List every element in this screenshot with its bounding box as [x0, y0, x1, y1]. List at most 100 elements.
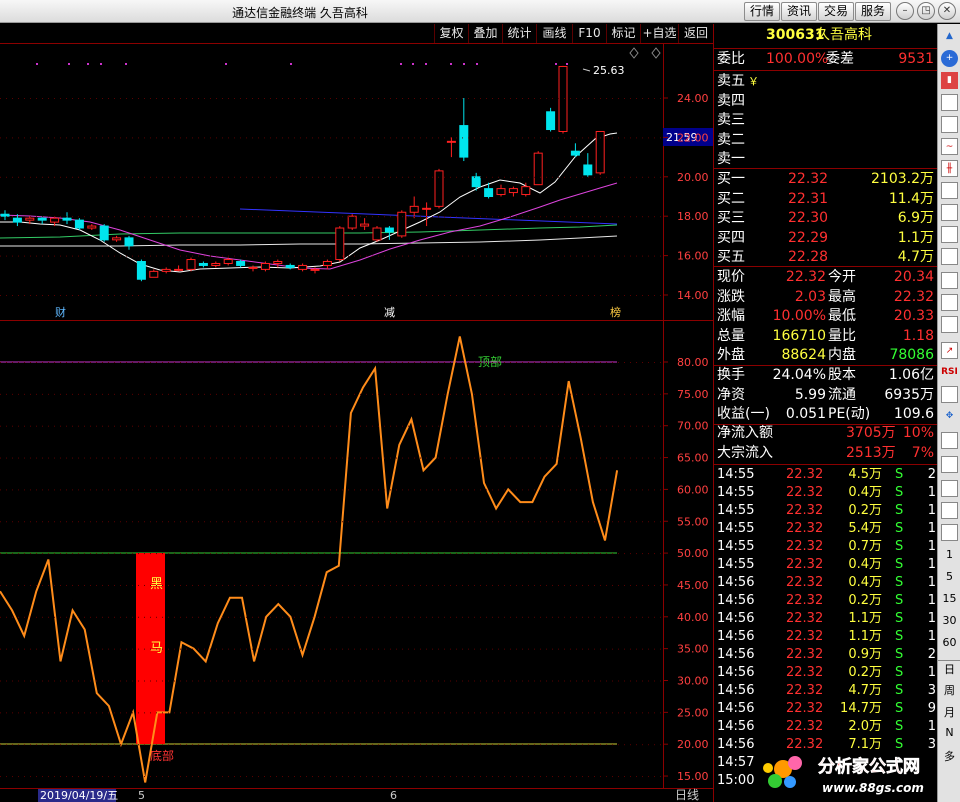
grid-icon[interactable]: ▦: [941, 116, 958, 133]
diamond-icon: [629, 47, 639, 59]
period-month[interactable]: 月: [938, 704, 960, 720]
mark-button[interactable]: 标记: [606, 24, 640, 43]
buy-row: 买四 22.29 1.1万: [714, 229, 937, 249]
candle: [136, 259, 146, 282]
statistics-button[interactable]: 统计: [502, 24, 536, 43]
calc-icon[interactable]: ∑: [941, 456, 958, 473]
add-icon[interactable]: +: [941, 50, 958, 67]
chart-area[interactable]: 25.63 21.59 财 减 榜 顶部 底部 黑 马 2019/04/19/五…: [0, 44, 713, 802]
candle: [99, 224, 109, 242]
text-icon[interactable]: A: [941, 432, 958, 449]
overlay-button[interactable]: 叠加: [468, 24, 502, 43]
f10-button[interactable]: F10: [572, 24, 606, 43]
app-title: 通达信金融终端 久吾高科: [232, 6, 368, 20]
price-axis: 24.00 22.00 20.00 18.00 16.00 14.00: [0, 92, 709, 302]
stat-value: 6935万: [884, 386, 934, 403]
tick-count: 1: [927, 557, 936, 572]
add-favorite-button[interactable]: +自选: [640, 24, 678, 43]
service-menu-button[interactable]: 服务: [855, 2, 891, 21]
indicator-line: [0, 336, 619, 783]
watermark-url: www.88gs.com: [822, 781, 924, 795]
horse-label: 马: [150, 641, 163, 656]
period-n[interactable]: N: [938, 726, 960, 739]
candle: [298, 263, 308, 272]
f5-icon[interactable]: F: [941, 480, 958, 497]
back-button[interactable]: 返回: [678, 24, 713, 43]
minimize-icon[interactable]: –: [896, 2, 914, 20]
tick-row: 14:56 22.32 0.2万 S 1: [714, 591, 937, 611]
buy-volume: 6.9万: [897, 210, 934, 226]
stat-value: 166710: [772, 327, 826, 344]
stat-value: 2.03: [794, 288, 826, 305]
f7-icon[interactable]: 7: [941, 294, 958, 311]
close-icon[interactable]: ✕: [938, 2, 956, 20]
period-day[interactable]: 日: [938, 660, 960, 677]
buy-volume: 2103.2万: [871, 171, 934, 187]
flow-row: 净流入额 3705万 10%: [714, 424, 937, 444]
trade-menu-button[interactable]: 交易: [818, 2, 854, 21]
pie-icon[interactable]: ◔: [941, 248, 958, 265]
tick-volume: 0.4万: [848, 485, 882, 500]
tick-row: 14:56 22.32 0.9万 S 2: [714, 645, 937, 665]
tick-count: 9: [927, 701, 936, 716]
stock-header: 300631 久吾高科: [714, 26, 937, 46]
period-5[interactable]: 5: [938, 570, 960, 583]
kline-icon[interactable]: ▥: [941, 182, 958, 199]
period-week[interactable]: 周: [938, 682, 960, 698]
tick-time: 14:55: [717, 485, 755, 500]
period-1[interactable]: 1: [938, 548, 960, 561]
tick-time: 14:56: [717, 719, 755, 734]
candle: [186, 257, 196, 272]
period-60[interactable]: 60: [938, 636, 960, 649]
period-30[interactable]: 30: [938, 614, 960, 627]
f10-icon[interactable]: F: [941, 204, 958, 221]
trend-icon[interactable]: ↗: [941, 342, 958, 359]
up-arrow-icon[interactable]: ▲: [941, 28, 958, 45]
stat-row: 净资 5.99 流通 6935万: [714, 386, 937, 406]
zoom-icon[interactable]: ⊕: [941, 386, 958, 403]
period-15[interactable]: 15: [938, 592, 960, 605]
indicator-tick-label: 75.00: [677, 388, 709, 401]
candle: [149, 269, 159, 278]
draw-line-button[interactable]: 画线: [536, 24, 572, 43]
tick-price: 22.32: [786, 683, 824, 698]
tick-time: 14:56: [717, 737, 755, 752]
tick-price: 22.32: [786, 611, 824, 626]
stat-row: 外盘 88624 内盘 78086: [714, 346, 937, 366]
candle: [434, 168, 444, 209]
stat-value: 22.32: [785, 269, 826, 285]
tick-row: 14:56 22.32 2.0万 S 1: [714, 717, 937, 737]
period-label[interactable]: 日线: [675, 788, 699, 802]
move-icon[interactable]: ✥: [941, 408, 958, 425]
news-menu-button[interactable]: 资讯: [781, 2, 817, 21]
stat-value: 24.04%: [772, 367, 826, 383]
candle-icon[interactable]: ╫: [941, 160, 958, 177]
f12-icon[interactable]: F: [941, 272, 958, 289]
indicator-bar-icon[interactable]: ▮: [941, 72, 958, 89]
refresh-icon[interactable]: ↻: [941, 502, 958, 519]
cursor-date: 2019/04/19/五: [40, 789, 118, 802]
table-icon[interactable]: ▤: [941, 226, 958, 243]
line-chart-icon[interactable]: ~: [941, 138, 958, 155]
rsi-icon[interactable]: RSI: [941, 364, 958, 381]
tick-flag: S: [895, 701, 904, 716]
restore-rights-button[interactable]: 复权: [434, 24, 468, 43]
flow-row: 大宗流入 2513万 7%: [714, 444, 937, 464]
tick-row: 14:56 22.32 4.7万 S 3: [714, 681, 937, 701]
circle-icon[interactable]: ○: [941, 316, 958, 333]
indicator-axis: 80.00 75.00 70.00 65.00 60.00 55.00 50.00 45.00…: [0, 356, 709, 783]
tick-row: 14:56 22.32 0.4万 S 1: [714, 573, 937, 593]
restore-icon[interactable]: ◳: [917, 2, 935, 20]
indicator-tick-label: 60.00: [677, 483, 709, 496]
quote-menu-button[interactable]: 行情: [744, 2, 780, 21]
tick-price: 22.32: [786, 503, 824, 518]
flow-label: 净流入额: [717, 425, 773, 441]
stat-row: 涨跌 2.03 最高 22.32: [714, 288, 937, 308]
tick-flag: S: [895, 719, 904, 734]
list-icon[interactable]: ≡: [941, 94, 958, 111]
top-label: 顶部: [478, 354, 502, 369]
tick-row: 14:55 22.32 5.4万 S 1: [714, 519, 937, 539]
clock-icon[interactable]: ◷: [941, 524, 958, 541]
tick-flag: S: [895, 611, 904, 626]
buy-row: 买五 22.28 4.7万: [714, 248, 937, 268]
